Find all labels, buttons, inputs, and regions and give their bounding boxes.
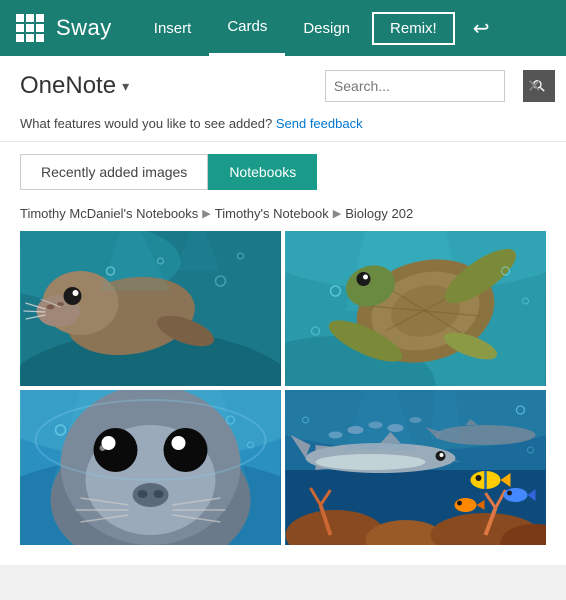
nav-item-cards[interactable]: Cards xyxy=(209,0,285,56)
feedback-bar: What features would you like to see adde… xyxy=(0,112,566,142)
turtle-illustration xyxy=(285,231,546,386)
search-container xyxy=(325,70,505,102)
grid-menu-icon[interactable] xyxy=(12,10,48,46)
undo-button[interactable]: ↩ xyxy=(465,12,498,45)
header-row: OneNote ▾ ✕ xyxy=(0,56,566,112)
top-nav: Insert Cards Design Remix! ↩ xyxy=(136,0,554,56)
image-cell-0[interactable] xyxy=(20,231,281,386)
breadcrumb-arrow-1: ▶ xyxy=(333,207,341,220)
feedback-link[interactable]: Send feedback xyxy=(276,116,363,131)
seal1-illustration xyxy=(20,231,281,386)
fish-illustration xyxy=(285,390,546,545)
tab-recently-added[interactable]: Recently added images xyxy=(20,154,208,190)
nav-item-design[interactable]: Design xyxy=(285,0,368,56)
main-area: OneNote ▾ ✕ What features would you like… xyxy=(0,56,566,565)
breadcrumb-segment-0[interactable]: Timothy McDaniel's Notebooks xyxy=(20,206,198,221)
search-input[interactable] xyxy=(326,71,523,101)
close-icon[interactable]: ✕ xyxy=(523,76,546,97)
tab-notebooks[interactable]: Notebooks xyxy=(208,154,317,190)
image-cell-3[interactable] xyxy=(285,390,546,545)
nav-item-insert[interactable]: Insert xyxy=(136,0,210,56)
image-cell-1[interactable] xyxy=(285,231,546,386)
app-title-text: OneNote xyxy=(20,72,116,100)
grid-dots xyxy=(16,14,44,42)
remix-button[interactable]: Remix! xyxy=(372,12,455,45)
image-cell-2[interactable] xyxy=(20,390,281,545)
seal2-illustration xyxy=(20,390,281,545)
breadcrumb-segment-2[interactable]: Biology 202 xyxy=(345,206,413,221)
breadcrumb-arrow-0: ▶ xyxy=(202,207,210,220)
breadcrumb: Timothy McDaniel's Notebooks ▶ Timothy's… xyxy=(0,202,566,231)
image-grid xyxy=(0,231,566,565)
title-dropdown-arrow[interactable]: ▾ xyxy=(122,78,129,95)
tab-row: Recently added images Notebooks xyxy=(0,142,566,202)
app-title: OneNote ▾ xyxy=(20,72,129,100)
topbar: Sway Insert Cards Design Remix! ↩ xyxy=(0,0,566,56)
brand-logo: Sway xyxy=(56,15,112,41)
feedback-question: What features would you like to see adde… xyxy=(20,116,272,131)
breadcrumb-segment-1[interactable]: Timothy's Notebook xyxy=(215,206,329,221)
